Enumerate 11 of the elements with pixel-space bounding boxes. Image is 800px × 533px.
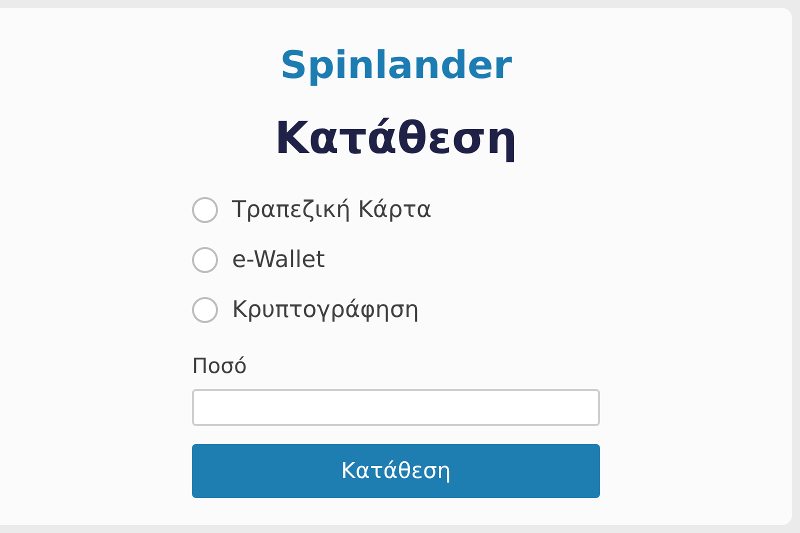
radio-button[interactable] — [192, 247, 218, 273]
page-heading: Κατάθεση — [274, 112, 518, 166]
amount-field[interactable] — [192, 389, 600, 426]
amount-label: Ποσό — [192, 353, 248, 380]
payment-method-label: Τραπεζική Κάρτα — [232, 197, 432, 223]
brand-logo: Spinlander — [280, 42, 512, 89]
radio-button[interactable] — [192, 197, 218, 223]
payment-method-label: Κρυπτογράφηση — [232, 297, 420, 323]
radio-button[interactable] — [192, 297, 218, 323]
payment-method-label: e-Wallet — [232, 247, 325, 273]
deposit-button[interactable]: Κατάθεση — [192, 444, 600, 498]
